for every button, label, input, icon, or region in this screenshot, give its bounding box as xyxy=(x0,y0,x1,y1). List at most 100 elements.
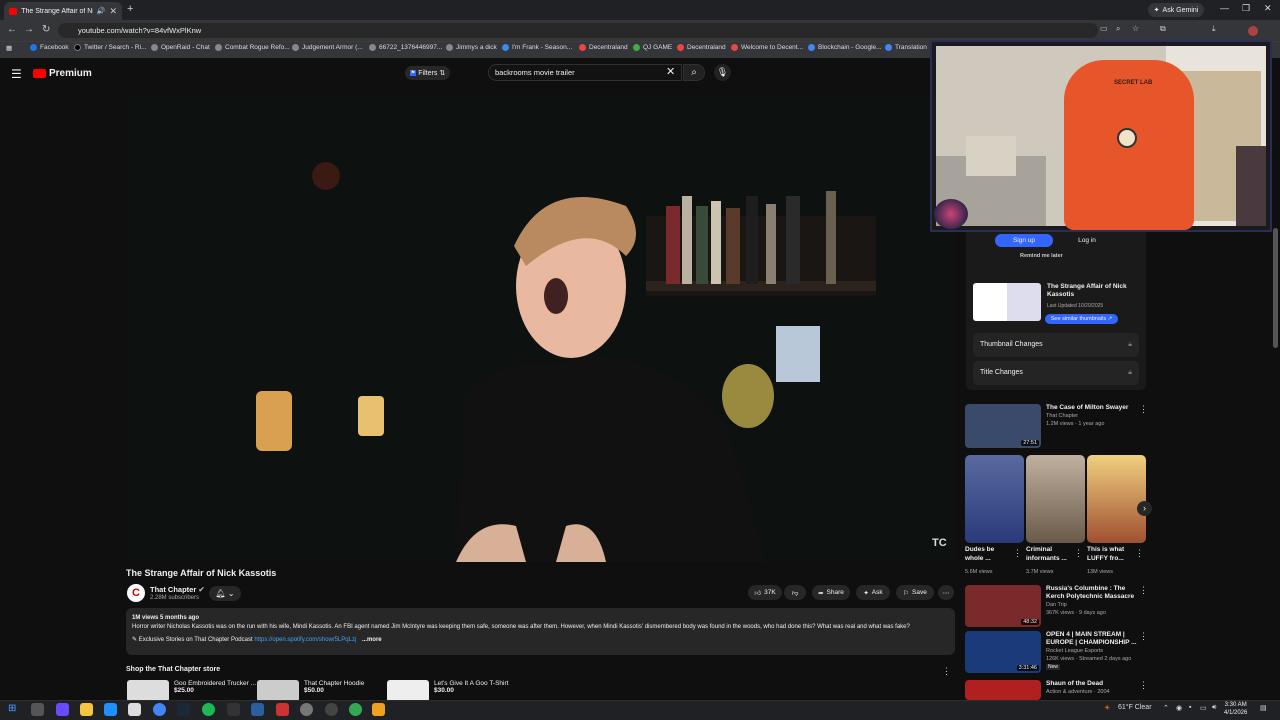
tray-app-icon[interactable]: ▪ xyxy=(1189,704,1191,711)
tray-app-icon[interactable]: ◉ xyxy=(1176,704,1182,712)
app-icon[interactable] xyxy=(251,703,264,716)
edge-icon[interactable] xyxy=(104,703,117,716)
similar-thumbnails-button[interactable]: See similar thumbnails ↗ xyxy=(1045,314,1118,324)
short-menu-icon[interactable]: ⋮ xyxy=(1074,548,1083,559)
steam-icon[interactable] xyxy=(177,703,190,716)
bookmark-item[interactable]: 66722_1376446997... xyxy=(369,44,442,51)
ask-gemini-button[interactable]: ✦ Ask Gemini xyxy=(1148,3,1204,17)
spotify-icon[interactable] xyxy=(202,703,215,716)
maximize-icon[interactable]: ❐ xyxy=(1242,3,1250,14)
apps-icon[interactable]: ▦ xyxy=(6,44,12,52)
bookmark-item[interactable]: QJ GAME xyxy=(633,44,672,51)
bookmark-item[interactable]: Jimmys a dick xyxy=(446,44,497,51)
bookmark-item[interactable]: Twitter / Search - Ri... xyxy=(74,44,147,51)
back-icon[interactable]: ← xyxy=(7,24,17,35)
title-changes-row[interactable]: Title Changes 🔒︎ xyxy=(973,361,1139,385)
audio-icon[interactable]: 🔊 xyxy=(97,7,106,15)
short-menu-icon[interactable]: ⋮ xyxy=(1135,548,1144,559)
store-icon[interactable] xyxy=(128,703,141,716)
filters-button[interactable]: ⚑ Filters ⇅ xyxy=(405,66,450,80)
bookmark-item[interactable]: Judgement Armor (... xyxy=(292,44,363,51)
ask-button[interactable]: ✦ Ask xyxy=(856,585,890,600)
youtube-logo[interactable]: Premium xyxy=(33,68,92,79)
save-button[interactable]: ⚐ Save xyxy=(896,585,934,600)
app-icon[interactable] xyxy=(372,703,385,716)
recommended-video[interactable]: 27:51 The Case of Milton Swayer That Chap… xyxy=(965,404,1141,448)
video-menu-icon[interactable]: ⋮ xyxy=(1139,404,1148,415)
close-tab-icon[interactable]: ✕ xyxy=(109,6,117,17)
video-menu-icon[interactable]: ⋮ xyxy=(1139,680,1148,691)
clock[interactable]: 3:30 AM 4/1/2026 xyxy=(1224,701,1247,717)
copilot-icon[interactable] xyxy=(56,703,69,716)
short-thumbnail[interactable] xyxy=(1026,455,1085,543)
download-icon[interactable]: ⤓ xyxy=(1212,24,1216,34)
new-tab-button[interactable]: + xyxy=(127,3,133,15)
chrome-profile-icon[interactable] xyxy=(349,703,362,716)
chrome-icon[interactable] xyxy=(153,703,166,716)
short-menu-icon[interactable]: ⋮ xyxy=(1013,548,1022,559)
task-view-icon[interactable] xyxy=(31,703,44,716)
bookmark-item[interactable]: Decentraland xyxy=(579,44,628,51)
share-button[interactable]: ➦ Share xyxy=(812,585,850,600)
minimize-icon[interactable]: — xyxy=(1220,3,1229,13)
bookmark-item[interactable]: Facebook xyxy=(30,44,69,51)
video-menu-icon[interactable]: ⋮ xyxy=(1139,585,1148,596)
video-menu-icon[interactable]: ⋮ xyxy=(1139,631,1148,642)
product-card[interactable]: That Chapter Hoodie $50.00 xyxy=(257,680,364,702)
short-thumbnail[interactable] xyxy=(1087,455,1146,543)
description-box[interactable]: 1M views 5 months ago Horror writer Nich… xyxy=(126,608,955,655)
bookmark-item[interactable]: OpenRaid - Chat xyxy=(151,44,210,51)
network-icon[interactable]: ▭ xyxy=(1200,704,1207,712)
recommended-video[interactable]: Shaun of the Dead Action & adventure · 20… xyxy=(965,680,1141,700)
browser-tab[interactable]: The Strange Affair of Nick K 🔊 ✕ xyxy=(4,2,122,20)
store-more-icon[interactable]: ⋮ xyxy=(942,666,951,677)
reload-icon[interactable]: ↻ xyxy=(42,24,50,35)
bookmark-star-icon[interactable]: ☆ xyxy=(1132,24,1139,33)
scrollbar[interactable] xyxy=(1273,228,1278,348)
video-player[interactable] xyxy=(126,96,956,562)
log-in-button[interactable]: Log in xyxy=(1063,234,1111,247)
extensions-icon[interactable]: ⧉ xyxy=(1160,24,1166,34)
recommended-video[interactable]: 48:32 Russia's Columbine : The Kerch Pol… xyxy=(965,585,1141,627)
short-title[interactable]: Dudes be whole ... xyxy=(965,546,1011,563)
bookmark-item[interactable]: I'm Frank - Season... xyxy=(502,44,572,51)
thumbnail-changes-row[interactable]: Thumbnail Changes 🔒︎ xyxy=(973,333,1139,357)
shorts-next-button[interactable]: › xyxy=(1137,501,1152,516)
cast-icon[interactable]: ▭ xyxy=(1100,24,1108,33)
weather-text[interactable]: 61°F Clear xyxy=(1118,704,1152,711)
show-more-button[interactable]: ...more xyxy=(362,637,382,643)
more-actions-button[interactable]: ⋯ xyxy=(938,585,954,600)
recommended-video[interactable]: 3:31:46 OPEN 4 | MAIN STREAM | EUROPE | … xyxy=(965,631,1141,673)
product-card[interactable]: Goo Embroidered Trucker ... $25.00 xyxy=(127,680,256,702)
voice-search-button[interactable]: 🎙 xyxy=(714,64,731,81)
short-thumbnail[interactable] xyxy=(965,455,1024,543)
bookmark-item[interactable]: Decentraland xyxy=(677,44,726,51)
chrome-active-icon[interactable] xyxy=(300,703,313,716)
short-title[interactable]: Criminal informants ... xyxy=(1026,546,1072,563)
weather-icon[interactable]: ☀ xyxy=(1104,704,1110,712)
remind-later-link[interactable]: Remind me later xyxy=(1020,253,1063,259)
bookmark-item[interactable]: Blockchain - Google... xyxy=(808,44,882,51)
tray-chevron-icon[interactable]: ⌃ xyxy=(1163,704,1169,712)
bookmark-item[interactable]: Welcome to Decent... xyxy=(731,44,803,51)
notification-bell-button[interactable]: 🔔︎ ⌄ xyxy=(209,586,241,601)
obs-icon[interactable] xyxy=(325,703,338,716)
file-explorer-icon[interactable] xyxy=(80,703,93,716)
forward-icon[interactable]: → xyxy=(24,24,34,35)
volume-icon[interactable]: 🔊︎ xyxy=(1212,704,1216,712)
spotify-link[interactable]: https://open.spotify.com/show/5LPqLzj xyxy=(254,637,356,643)
dislike-button[interactable]: 👎︎ xyxy=(784,585,806,600)
app-icon[interactable] xyxy=(276,703,289,716)
short-title[interactable]: This is what LUFFY fro... xyxy=(1087,546,1133,563)
search-input[interactable] xyxy=(488,64,682,81)
app-icon[interactable] xyxy=(227,703,240,716)
notifications-icon[interactable]: ▤ xyxy=(1260,704,1267,712)
menu-icon[interactable]: ☰ xyxy=(11,67,22,81)
url-field[interactable]: youtube.com/watch?v=84vfWxPlKnw xyxy=(58,23,1098,38)
like-button[interactable]: 👍︎ 37K xyxy=(748,585,782,600)
close-window-icon[interactable]: ✕ xyxy=(1264,3,1272,14)
bookmark-item[interactable]: Combat Rogue Refo... xyxy=(215,44,290,51)
start-icon[interactable]: ⊞ xyxy=(8,703,21,716)
search-button[interactable]: ⌕ xyxy=(683,64,705,81)
bookmark-item[interactable]: Translation xyxy=(885,44,927,51)
